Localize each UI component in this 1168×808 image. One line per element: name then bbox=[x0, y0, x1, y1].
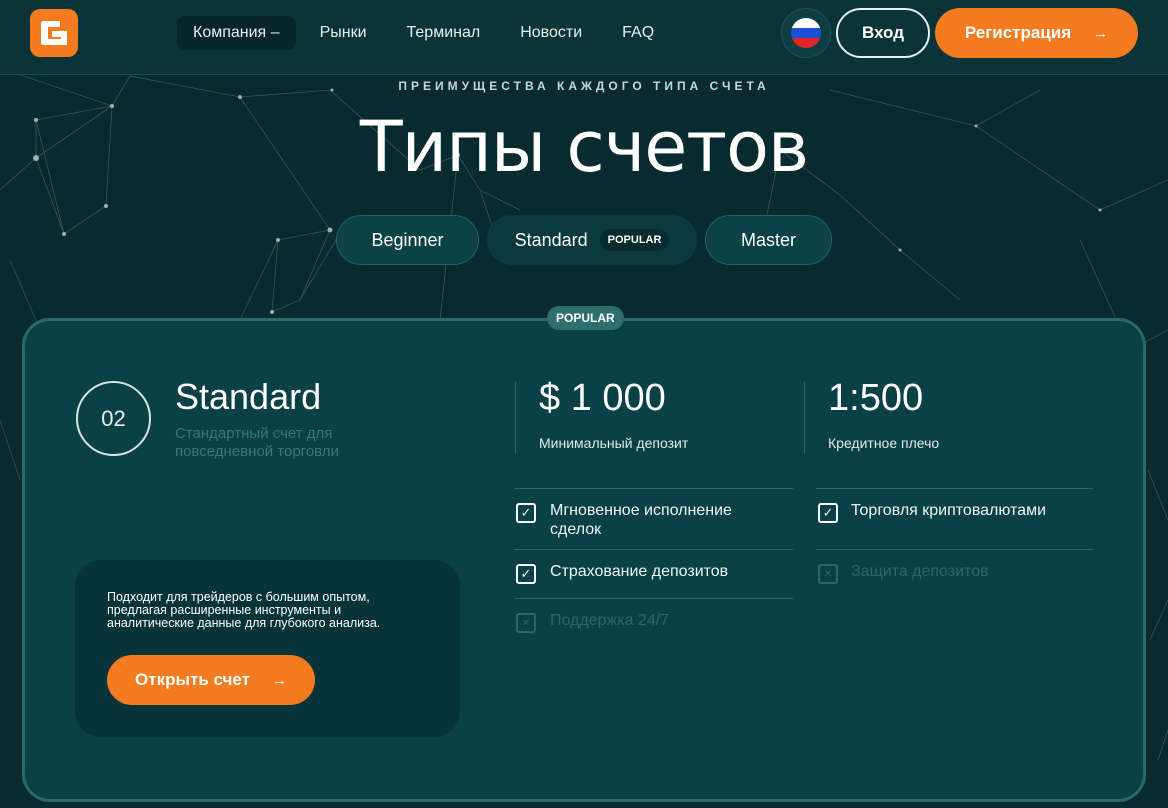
register-button[interactable]: Регистрация → bbox=[935, 8, 1138, 58]
feature-crypto-trading: Торговля криптовалютами bbox=[851, 502, 1047, 519]
feature-instant-execution: Мгновенное исполнение сделок bbox=[550, 502, 732, 538]
register-button-label: Регистрация bbox=[964, 23, 1072, 42]
popular-badge: POPULAR bbox=[599, 229, 670, 251]
nav-item-news[interactable]: Новости bbox=[504, 16, 598, 50]
min-deposit-label: Минимальный депозит bbox=[539, 435, 689, 451]
feature-support-247: Поддержка 24/7 bbox=[550, 612, 670, 629]
info-text: Подходит для трейдеров с большим опытом,… bbox=[107, 590, 381, 630]
divider bbox=[514, 488, 793, 489]
leverage-value: 1:500 bbox=[828, 377, 924, 419]
login-button[interactable]: Вход bbox=[836, 8, 930, 58]
arrow-right-icon: → bbox=[1093, 24, 1109, 42]
plan-name: Standard bbox=[175, 376, 322, 417]
open-account-button[interactable]: Открыть счет → bbox=[107, 655, 315, 705]
tab-label: Master bbox=[740, 229, 796, 250]
popular-badge: POPULAR bbox=[547, 306, 624, 330]
tab-label: Beginner bbox=[371, 229, 444, 250]
plan-description: Стандартный счет для повседневной торгов… bbox=[175, 425, 339, 460]
cross-icon: ✕ bbox=[818, 564, 838, 584]
leverage-label: Кредитное плечо bbox=[828, 435, 940, 451]
plan-number: 02 bbox=[76, 381, 151, 456]
info-panel bbox=[75, 560, 460, 737]
nav-item-markets[interactable]: Рынки bbox=[304, 16, 383, 50]
cross-icon: ✕ bbox=[516, 613, 536, 633]
divider bbox=[816, 549, 1093, 550]
check-icon: ✓ bbox=[516, 503, 536, 523]
section-eyebrow: ПРЕИМУЩЕСТВА КАЖДОГО ТИПА СЧЕТА bbox=[398, 79, 770, 93]
feature-deposit-protection: Защита депозитов bbox=[851, 563, 989, 580]
divider bbox=[514, 598, 793, 599]
top-header: Компания – Рынки Терминал Новости FAQ Вх… bbox=[0, 0, 1168, 75]
open-account-label: Открыть счет bbox=[135, 670, 250, 689]
nav-item-terminal[interactable]: Терминал bbox=[391, 16, 497, 50]
arrow-right-icon: → bbox=[271, 671, 287, 689]
min-deposit-value: $ 1 000 bbox=[539, 377, 666, 419]
divider bbox=[514, 549, 793, 550]
divider bbox=[804, 381, 805, 453]
language-selector[interactable] bbox=[781, 8, 831, 58]
divider bbox=[515, 381, 516, 453]
russia-flag-icon bbox=[791, 18, 821, 48]
brand-logo-icon[interactable] bbox=[30, 9, 78, 57]
check-icon: ✓ bbox=[516, 564, 536, 584]
page-title: Типы счетов bbox=[359, 106, 809, 188]
tab-beginner[interactable]: Beginner bbox=[336, 215, 479, 265]
nav-item-company[interactable]: Компания – bbox=[177, 16, 296, 50]
account-type-tabs: Beginner Standard POPULAR Master bbox=[0, 215, 1168, 265]
tab-standard[interactable]: Standard POPULAR bbox=[487, 215, 697, 265]
tab-label: Standard bbox=[514, 229, 588, 250]
nav-item-faq[interactable]: FAQ bbox=[606, 16, 670, 50]
check-icon: ✓ bbox=[818, 503, 838, 523]
main-nav: Компания – Рынки Терминал Новости FAQ bbox=[177, 16, 678, 50]
divider bbox=[816, 488, 1093, 489]
feature-deposit-insurance: Страхование депозитов bbox=[550, 563, 729, 580]
tab-master[interactable]: Master bbox=[705, 215, 832, 265]
